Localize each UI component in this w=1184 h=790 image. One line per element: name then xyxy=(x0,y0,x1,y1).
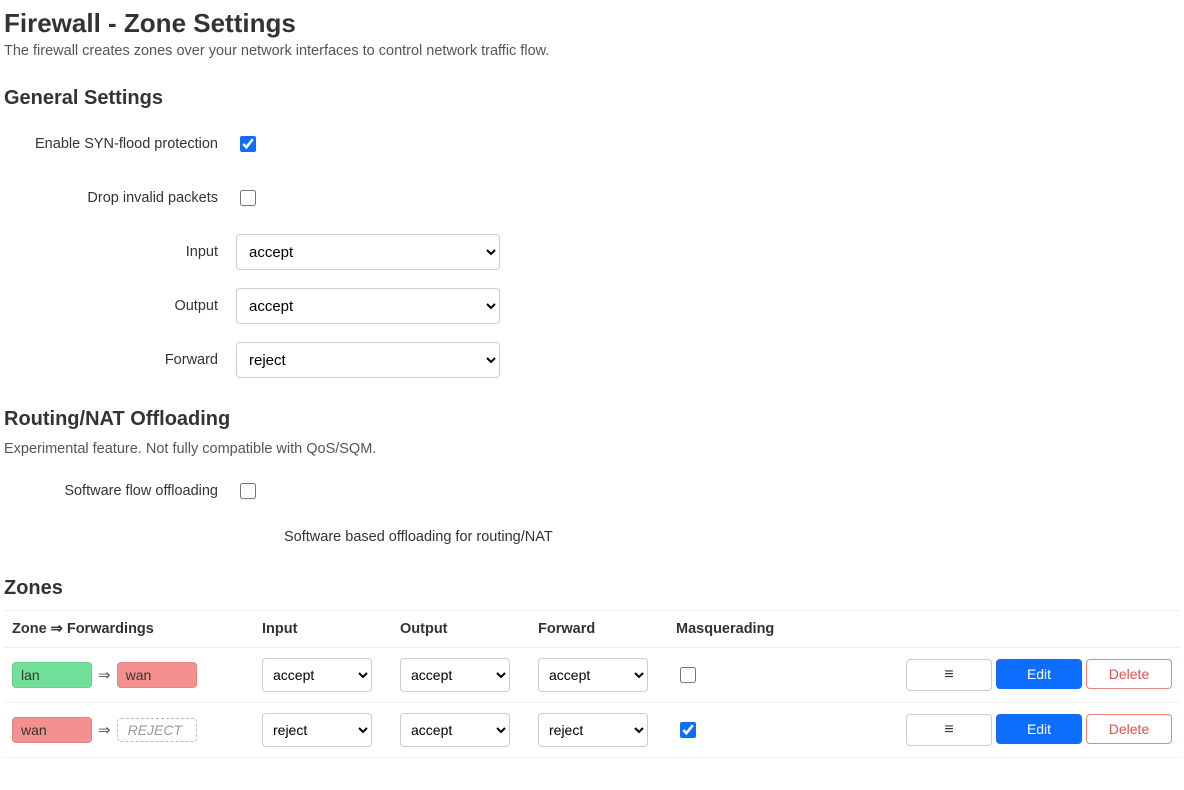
edit-button[interactable]: Edit xyxy=(996,714,1082,744)
nat-description: Experimental feature. Not fully compatib… xyxy=(4,441,1180,457)
page-description: The firewall creates zones over your net… xyxy=(4,43,1180,59)
forward-label: Forward xyxy=(4,352,236,368)
arrow-icon: ⇒ xyxy=(98,666,111,684)
zone-output-select[interactable]: acceptrejectdrop xyxy=(400,658,510,692)
zone-input-select[interactable]: acceptrejectdrop xyxy=(262,713,372,747)
output-label: Output xyxy=(4,298,236,314)
zone-masquerading-checkbox[interactable] xyxy=(680,667,696,683)
col-zone-forwardings: Zone ⇒ Forwardings xyxy=(4,611,254,648)
col-input: Input xyxy=(254,611,392,648)
zone-forward-select[interactable]: acceptrejectdrop xyxy=(538,658,648,692)
zone-forward-select[interactable]: acceptrejectdrop xyxy=(538,713,648,747)
zone-input-select[interactable]: acceptrejectdrop xyxy=(262,658,372,692)
col-output: Output xyxy=(392,611,530,648)
col-forward: Forward xyxy=(530,611,668,648)
software-flow-help: Software based offloading for routing/NA… xyxy=(254,525,1180,549)
zone-output-select[interactable]: acceptrejectdrop xyxy=(400,713,510,747)
reorder-button[interactable]: ≡ xyxy=(906,714,992,746)
zones-heading: Zones xyxy=(4,577,1180,600)
table-row: wan ⇒ REJECT acceptrejectdrop acceptrejectdr… xyxy=(4,703,1180,758)
drop-invalid-checkbox[interactable] xyxy=(240,190,256,206)
drop-invalid-label: Drop invalid packets xyxy=(4,190,236,206)
col-actions xyxy=(848,611,1180,648)
output-select[interactable]: acceptrejectdrop xyxy=(236,288,500,324)
forward-select[interactable]: acceptrejectdrop xyxy=(236,342,500,378)
nat-heading: Routing/NAT Offloading xyxy=(4,408,1180,431)
page-title: Firewall - Zone Settings xyxy=(4,8,1180,39)
zone-badge-dst[interactable]: REJECT xyxy=(117,718,197,742)
general-settings-heading: General Settings xyxy=(4,87,1180,110)
software-flow-label: Software flow offloading xyxy=(4,483,236,499)
delete-button[interactable]: Delete xyxy=(1086,659,1172,689)
col-masquerading: Masquerading xyxy=(668,611,848,648)
edit-button[interactable]: Edit xyxy=(996,659,1082,689)
reorder-button[interactable]: ≡ xyxy=(906,659,992,691)
table-row: lan ⇒ wan acceptrejectdrop acceptrejectdrop a… xyxy=(4,648,1180,703)
software-flow-checkbox[interactable] xyxy=(240,483,256,499)
input-label: Input xyxy=(4,244,236,260)
zone-badge-dst[interactable]: wan xyxy=(117,662,197,688)
delete-button[interactable]: Delete xyxy=(1086,714,1172,744)
zones-table: Zone ⇒ Forwardings Input Output Forward … xyxy=(4,610,1180,758)
zone-badge-src[interactable]: wan xyxy=(12,717,92,743)
syn-flood-checkbox[interactable] xyxy=(240,136,256,152)
input-select[interactable]: acceptrejectdrop xyxy=(236,234,500,270)
arrow-icon: ⇒ xyxy=(98,721,111,739)
zone-badge-src[interactable]: lan xyxy=(12,662,92,688)
zone-masquerading-checkbox[interactable] xyxy=(680,722,696,738)
syn-flood-label: Enable SYN-flood protection xyxy=(4,136,236,152)
